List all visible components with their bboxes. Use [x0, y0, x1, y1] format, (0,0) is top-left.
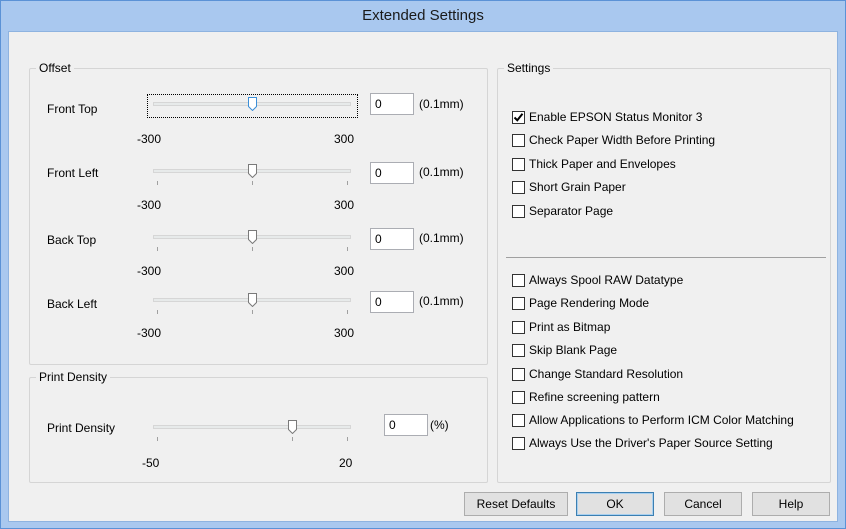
checkbox-short-grain-paper[interactable]: Short Grain Paper: [512, 179, 626, 195]
checkbox-label: Enable EPSON Status Monitor 3: [529, 110, 703, 124]
print-density-slider-track[interactable]: [153, 425, 351, 429]
front-left-min-label: -300: [137, 198, 162, 212]
checkbox-always-spool-raw-datatype[interactable]: Always Spool RAW Datatype: [512, 272, 683, 288]
reset-defaults-button[interactable]: Reset Defaults: [464, 492, 568, 516]
front-top-unit-label: (0.1mm): [419, 97, 464, 111]
checkbox-check-paper-width-before-printing[interactable]: Check Paper Width Before Printing: [512, 132, 715, 148]
checkbox-box[interactable]: [512, 180, 525, 194]
settings-divider: [506, 257, 826, 258]
back-top-tick-min: [157, 247, 158, 251]
back-left-tick-max: [347, 310, 348, 314]
front-left-value-input[interactable]: 0: [370, 162, 414, 184]
checkbox-label: Thick Paper and Envelopes: [529, 157, 676, 171]
checkbox-box[interactable]: [512, 436, 525, 450]
checkbox-label: Refine screening pattern: [529, 390, 660, 404]
print-density-group-legend: Print Density: [36, 370, 111, 384]
back-top-tick-max: [347, 247, 348, 251]
checkbox-label: Allow Applications to Perform ICM Color …: [529, 413, 794, 427]
front-left-unit-label: (0.1mm): [419, 165, 464, 179]
offset-group-legend: Offset: [36, 61, 74, 75]
print-density-max-label: 20: [339, 456, 353, 470]
back-top-slider-thumb[interactable]: [248, 230, 257, 244]
window-title: Extended Settings: [362, 7, 484, 24]
back-left-value-input[interactable]: 0: [370, 291, 414, 313]
checkbox-allow-applications-icm-color-matching[interactable]: Allow Applications to Perform ICM Color …: [512, 412, 794, 428]
checkbox-box[interactable]: [512, 343, 525, 357]
cancel-button[interactable]: Cancel: [664, 492, 742, 516]
settings-group-legend: Settings: [504, 61, 554, 75]
checkbox-box[interactable]: [512, 367, 525, 381]
front-top-slider-thumb[interactable]: [248, 97, 257, 111]
front-left-slider-thumb[interactable]: [248, 164, 257, 178]
back-top-tick-mid: [252, 247, 253, 251]
checkbox-label: Print as Bitmap: [529, 320, 611, 334]
checkbox-box[interactable]: [512, 390, 525, 404]
checkbox-change-standard-resolution[interactable]: Change Standard Resolution: [512, 366, 683, 382]
checkbox-box[interactable]: [512, 273, 525, 287]
print-density-tick-mid: [292, 437, 293, 441]
front-top-label: Front Top: [47, 102, 98, 116]
print-density-tick-max: [347, 437, 348, 441]
back-top-unit-label: (0.1mm): [419, 231, 464, 245]
checkbox-refine-screening-pattern[interactable]: Refine screening pattern: [512, 389, 660, 405]
checkbox-box[interactable]: [512, 157, 525, 171]
checkbox-box[interactable]: [512, 296, 525, 310]
checkbox-label: Change Standard Resolution: [529, 367, 684, 381]
checkbox-thick-paper-and-envelopes[interactable]: Thick Paper and Envelopes: [512, 156, 676, 172]
back-left-label: Back Left: [47, 297, 98, 311]
back-top-max-label: 300: [334, 264, 355, 278]
checkbox-skip-blank-page[interactable]: Skip Blank Page: [512, 342, 617, 358]
front-left-tick-mid: [252, 181, 253, 185]
title-bar: Extended Settings: [1, 1, 845, 31]
checkbox-label: Skip Blank Page: [529, 343, 618, 357]
back-left-tick-mid: [252, 310, 253, 314]
print-density-tick-min: [157, 437, 158, 441]
checkbox-label: Check Paper Width Before Printing: [529, 133, 716, 147]
back-left-unit-label: (0.1mm): [419, 294, 464, 308]
extended-settings-window: Extended Settings Offset Front Top -300 …: [0, 0, 846, 529]
checkbox-print-as-bitmap[interactable]: Print as Bitmap: [512, 319, 610, 335]
back-left-slider-thumb[interactable]: [248, 293, 257, 307]
dialog-body: Offset Front Top -300 300 0 (0.1mm) Fron…: [8, 31, 838, 522]
checkbox-label: Separator Page: [529, 204, 614, 218]
checkbox-label: Short Grain Paper: [529, 180, 626, 194]
checkbox-label: Always Spool RAW Datatype: [529, 273, 684, 287]
checkbox-separator-page[interactable]: Separator Page: [512, 203, 613, 219]
checkbox-box[interactable]: [512, 204, 525, 218]
print-density-slider-thumb[interactable]: [288, 420, 297, 434]
checkbox-enable-epson-status-monitor-3[interactable]: Enable EPSON Status Monitor 3: [512, 109, 702, 125]
print-density-min-label: -50: [142, 456, 160, 470]
front-top-value-input[interactable]: 0: [370, 93, 414, 115]
back-top-label: Back Top: [47, 233, 97, 247]
print-density-label: Print Density: [47, 421, 116, 435]
checkbox-box[interactable]: [512, 110, 525, 124]
checkmark-icon: [513, 112, 524, 122]
back-top-min-label: -300: [137, 264, 162, 278]
front-top-max-label: 300: [334, 132, 355, 146]
checkbox-box[interactable]: [512, 133, 525, 147]
back-left-tick-min: [157, 310, 158, 314]
checkbox-label: Page Rendering Mode: [529, 296, 650, 310]
checkbox-label: Always Use the Driver's Paper Source Set…: [529, 436, 773, 450]
checkbox-page-rendering-mode[interactable]: Page Rendering Mode: [512, 295, 649, 311]
front-left-tick-max: [347, 181, 348, 185]
front-top-min-label: -300: [137, 132, 162, 146]
print-density-value-input[interactable]: 0: [384, 414, 428, 436]
checkbox-box[interactable]: [512, 413, 525, 427]
back-left-max-label: 300: [334, 326, 355, 340]
front-left-max-label: 300: [334, 198, 355, 212]
print-density-unit-label: (%): [430, 418, 449, 432]
help-button[interactable]: Help: [752, 492, 830, 516]
back-left-min-label: -300: [137, 326, 162, 340]
front-left-label: Front Left: [47, 166, 99, 180]
front-left-tick-min: [157, 181, 158, 185]
ok-button[interactable]: OK: [576, 492, 654, 516]
checkbox-always-use-driver-paper-source[interactable]: Always Use the Driver's Paper Source Set…: [512, 435, 773, 451]
checkbox-box[interactable]: [512, 320, 525, 334]
back-top-value-input[interactable]: 0: [370, 228, 414, 250]
